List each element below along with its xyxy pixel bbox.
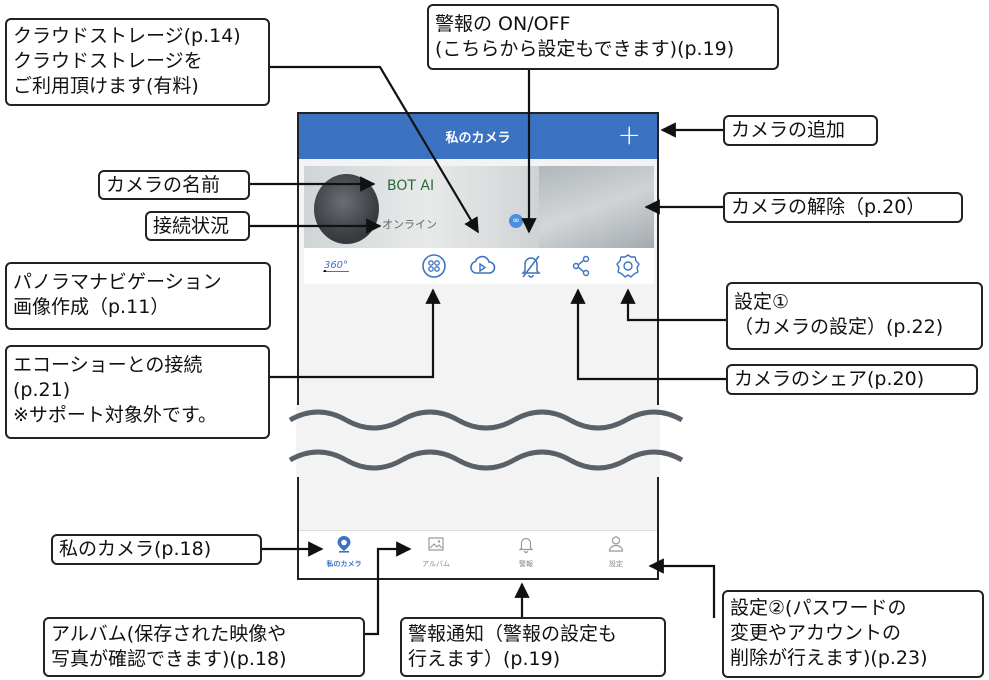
bell-icon: [518, 537, 534, 554]
callout-status: 接続状況: [145, 211, 250, 241]
callout-echo-show: エコーショーとの接続 (p.21) ※サポート対象外です。: [5, 345, 270, 439]
camera-settings-button[interactable]: [613, 252, 643, 280]
callout-remove-camera: カメラの解除（p.20）: [723, 192, 963, 223]
callout-text: カメラの解除（p.20）: [731, 196, 926, 218]
echo-show-button[interactable]: [419, 252, 449, 280]
camera-preview-image: [539, 166, 654, 248]
phone-screen: 私のカメラ + BOT AI オンライン ∞ 360° 私のカメラ アルバム 警…: [297, 112, 659, 580]
grid-icon: [422, 254, 446, 278]
tab-album[interactable]: アルバム: [401, 535, 471, 569]
alarm-toggle-button[interactable]: [516, 252, 546, 280]
callout-text: 警報の ON/OFF: [435, 13, 571, 35]
callout-text: アルバム(保存された映像や: [51, 623, 287, 645]
callout-text: クラウドストレージを: [13, 50, 203, 72]
callout-text: 変更やアカウントの: [730, 622, 902, 644]
callout-text: ※サポート対象外です。: [13, 404, 218, 426]
callout-text: 接続状況: [153, 215, 230, 237]
callout-settings1: 設定① （カメラの設定）(p.22): [726, 282, 983, 350]
bell-off-icon: [521, 255, 541, 278]
leader-settings2: [648, 558, 716, 618]
tab-label: 警報: [519, 560, 533, 568]
picture-icon: [428, 537, 444, 551]
callout-text: エコーショーとの接続: [13, 354, 203, 376]
camera-name: BOT AI: [387, 178, 435, 194]
callout-text: 私のカメラ(p.18): [59, 538, 212, 560]
callout-settings2: 設定②(パスワードの 変更やアカウントの 削除が行えます)(p.23): [722, 590, 984, 678]
callout-add-camera: カメラの追加: [723, 115, 878, 146]
callout-text: (p.21): [13, 379, 71, 401]
share-button[interactable]: [566, 252, 596, 280]
cloud-play-icon: [470, 255, 496, 274]
callout-text: 警報通知（警報の設定も: [408, 623, 618, 645]
camera-card[interactable]: BOT AI オンライン ∞: [304, 166, 654, 248]
gear-icon: [616, 254, 640, 278]
camera-thumbnail: [314, 174, 379, 244]
camera-toolbar: 360°: [304, 248, 654, 284]
panorama-360-icon: 360°: [322, 259, 350, 272]
callout-text: （カメラの設定）(p.22): [734, 316, 944, 338]
callout-text: パノラマナビゲーション: [13, 271, 222, 293]
callout-text: クラウドストレージ(p.14): [13, 25, 241, 47]
camera-list-empty-area: [299, 284, 657, 534]
tab-settings[interactable]: 設定: [581, 535, 651, 569]
callout-my-camera: 私のカメラ(p.18): [51, 534, 262, 565]
tab-label: アルバム: [422, 560, 450, 568]
tab-label: 設定: [609, 560, 623, 568]
callout-text: 写真が確認できます)(p.18): [51, 648, 287, 670]
callout-panorama: パノラマナビゲーション 画像作成（p.11）: [5, 262, 271, 330]
bottom-tab-bar: 私のカメラ アルバム 警報 設定: [299, 530, 657, 578]
callout-text: 設定②(パスワードの: [730, 597, 907, 619]
callout-text: 設定①: [734, 291, 790, 313]
callout-text: カメラの名前: [106, 174, 221, 196]
callout-alarm-notice: 警報通知（警報の設定も 行えます）(p.19): [400, 617, 666, 677]
user-icon: [608, 536, 624, 552]
add-camera-button[interactable]: +: [618, 118, 641, 152]
callout-text: ご利用頂けます(有料): [13, 75, 199, 97]
callout-text: カメラのシェア(p.20): [734, 368, 925, 390]
callout-text: 行えます）(p.19): [408, 648, 561, 670]
callout-text: 画像作成（p.11）: [13, 296, 170, 318]
link-icon: ∞: [509, 214, 523, 228]
tab-alarm[interactable]: 警報: [491, 535, 561, 569]
share-icon: [572, 255, 590, 277]
camera-status: オンライン: [382, 218, 437, 231]
panorama-button[interactable]: 360°: [316, 252, 356, 280]
tab-label: 私のカメラ: [326, 560, 362, 568]
tab-my-camera[interactable]: 私のカメラ: [309, 535, 379, 569]
callout-share: カメラのシェア(p.20): [726, 364, 978, 395]
cloud-storage-button[interactable]: [467, 252, 497, 280]
camera-location-icon: [337, 536, 351, 553]
callout-cloud-storage: クラウドストレージ(p.14) クラウドストレージを ご利用頂けます(有料): [5, 18, 270, 106]
app-header: 私のカメラ +: [299, 114, 657, 159]
callout-album: アルバム(保存された映像や 写真が確認できます)(p.18): [43, 617, 365, 677]
callout-text: カメラの追加: [731, 119, 846, 141]
app-title: 私のカメラ: [445, 131, 511, 146]
callout-alarm-toggle: 警報の ON/OFF (こちらから設定もできます)(p.19): [427, 4, 779, 70]
callout-text: (こちらから設定もできます)(p.19): [435, 38, 735, 60]
callout-camera-name: カメラの名前: [98, 170, 250, 200]
callout-text: 削除が行えます)(p.23): [730, 647, 928, 669]
